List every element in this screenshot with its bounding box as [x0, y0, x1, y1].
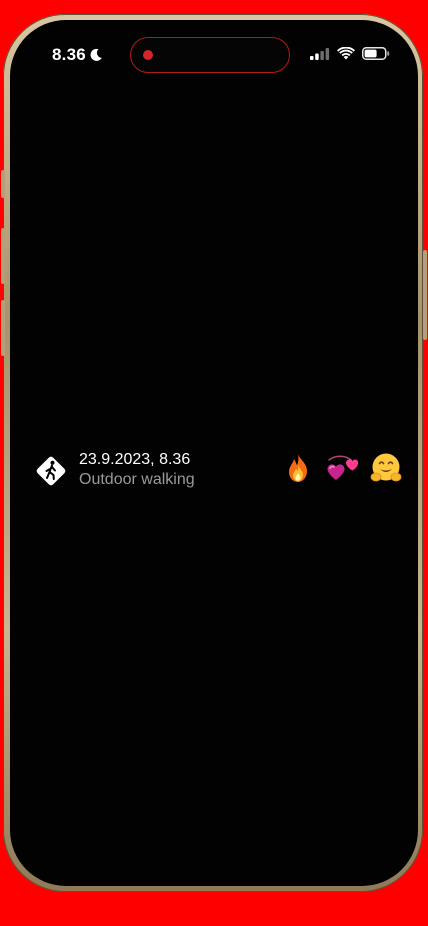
phone-screen: 8.36 23.9.2023, 8.36 Outdoor walking [10, 20, 418, 886]
fire-icon[interactable] [282, 452, 314, 484]
status-bar: 8.36 [10, 20, 418, 90]
status-icons [310, 47, 390, 60]
hugging-face-icon[interactable] [370, 452, 402, 484]
battery-icon [362, 47, 390, 60]
revolving-hearts-icon[interactable] [326, 452, 358, 484]
recording-indicator-icon [143, 50, 153, 60]
dynamic-island[interactable] [130, 37, 290, 73]
walking-figure-icon [36, 456, 66, 486]
activity-date: 23.9.2023, 8.36 [79, 451, 191, 468]
activity-type: Outdoor walking [79, 471, 195, 488]
status-time-label: 8.36 [52, 45, 86, 64]
volume-down-button [1, 300, 5, 356]
reaction-bar [282, 452, 402, 484]
activity-row[interactable]: 23.9.2023, 8.36 Outdoor walking [32, 450, 402, 490]
power-button [423, 250, 427, 340]
activity-details: 23.9.2023, 8.36 Outdoor walking [79, 450, 195, 490]
moon-icon [90, 48, 102, 61]
status-time: 8.36 [52, 45, 103, 65]
wifi-icon [337, 47, 355, 60]
action-button [1, 170, 5, 198]
volume-up-button [1, 228, 5, 284]
cellular-signal-icon [310, 47, 330, 60]
